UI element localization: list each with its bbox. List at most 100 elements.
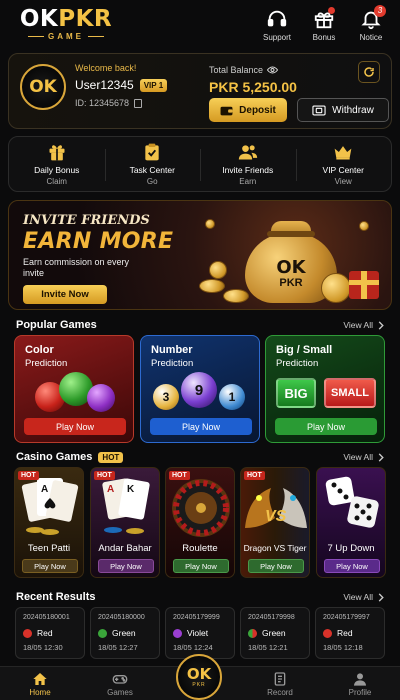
coin-image (199, 279, 225, 293)
nav-games[interactable]: Games (80, 667, 160, 700)
quick-title: VIP Center (322, 165, 364, 175)
logo-subtitle: GAME (28, 32, 104, 41)
gamepad-icon (112, 674, 128, 684)
big-small-prediction-card[interactable]: Big / Small Prediction BIG SMALL Play Now (265, 335, 385, 443)
quick-task-center[interactable]: Task Center Go (104, 137, 201, 191)
recent-results-title: Recent Results (16, 591, 96, 603)
hot-label: HOT (169, 471, 190, 480)
result-time: 18/05 12:30 (23, 643, 63, 652)
result-row: Green (98, 628, 136, 638)
result-row: Red (323, 628, 353, 638)
nav-record[interactable]: Record (240, 667, 320, 700)
banner-earn-text: EARN MORE (23, 229, 174, 254)
support-label: Support (262, 33, 292, 42)
number-ball-image: 3 (153, 384, 179, 410)
bonus-button[interactable]: Bonus (307, 7, 341, 42)
result-card[interactable]: 202405179998 Green 18/05 12:21 (240, 607, 310, 659)
deposit-label: Deposit (239, 104, 276, 116)
popular-games-title: Popular Games (16, 319, 97, 331)
play-now-button[interactable]: Play Now (275, 418, 377, 435)
username: User12345 (75, 78, 134, 92)
refresh-button[interactable] (358, 61, 380, 83)
invite-now-button[interactable]: Invite Now (23, 285, 107, 304)
copy-icon[interactable] (134, 98, 143, 108)
dragon-vs-tiger-card[interactable]: HOT VS Dragon VS Tiger Play Now (240, 467, 310, 578)
center-logo-subtext: PKR (192, 681, 206, 688)
dice-image (325, 476, 379, 528)
chevron-right-icon (378, 320, 384, 330)
balance-label: Total Balance (209, 65, 264, 75)
hot-label: HOT (244, 471, 265, 480)
andar-bahar-card[interactable]: A K HOT Andar Bahar Play Now (90, 467, 160, 578)
bag-ok-text: OK (276, 257, 306, 278)
play-now-button[interactable]: Play Now (22, 559, 78, 573)
coin-image (205, 219, 215, 229)
support-button[interactable]: Support (260, 8, 294, 42)
quick-title: Invite Friends (222, 165, 274, 175)
play-now-button[interactable]: Play Now (24, 418, 126, 435)
banner-invite-text: INVITE FRIENDS (23, 213, 150, 228)
user-icon (354, 672, 366, 686)
quick-sub: Claim (46, 177, 67, 186)
nav-label: Home (29, 687, 51, 697)
refresh-icon (364, 67, 374, 77)
popular-games-header: Popular Games View All (16, 317, 384, 333)
nav-center-logo-button[interactable]: OK PKR (176, 654, 222, 700)
eye-icon[interactable] (267, 66, 279, 74)
balance-value: PKR 5,250.00 (209, 79, 297, 95)
violet-ball-image (87, 384, 115, 412)
user-card: OK Welcome back! User12345 VIP 1 ID: 123… (8, 53, 392, 129)
notice-button[interactable]: 3 Notice (354, 5, 388, 42)
results-view-all[interactable]: View All (343, 592, 384, 602)
play-now-button[interactable]: Play Now (98, 559, 154, 573)
notice-label: Notice (359, 33, 383, 42)
play-now-button[interactable]: Play Now (150, 418, 252, 435)
app-header: OKPKR GAME Support Bonus 3 Notice (0, 0, 400, 48)
deposit-button[interactable]: Deposit (209, 98, 287, 122)
quick-title: Daily Bonus (34, 165, 80, 175)
play-now-button[interactable]: Play Now (324, 559, 380, 573)
nav-home[interactable]: Home (0, 667, 80, 700)
result-time: 18/05 12:21 (248, 643, 288, 652)
small-button[interactable]: SMALL (324, 378, 376, 408)
invite-banner[interactable]: INVITE FRIENDS EARN MORE Earn commission… (8, 200, 392, 310)
avatar[interactable]: OK (20, 64, 66, 110)
popular-view-all[interactable]: View All (343, 320, 384, 330)
card-title: Big / Small Prediction (276, 344, 333, 369)
play-now-button[interactable]: Play Now (173, 559, 229, 573)
casino-view-all[interactable]: View All (343, 452, 384, 462)
number-prediction-card[interactable]: Number Prediction 3 9 1 Play Now (140, 335, 260, 443)
username-row: User12345 VIP 1 (75, 78, 168, 92)
nav-profile[interactable]: Profile (320, 667, 400, 700)
result-row: Red (23, 628, 53, 638)
gift-box-image (349, 271, 379, 299)
logo-wordmark: OKPKR (19, 6, 113, 32)
home-icon (33, 672, 47, 685)
center-logo-text: OK (186, 664, 212, 683)
result-card[interactable]: 202405179997 Red 18/05 12:18 (315, 607, 385, 659)
user-id: ID: 12345678 (75, 98, 130, 108)
result-time: 18/05 12:27 (98, 643, 138, 652)
document-icon (274, 671, 286, 686)
play-now-button[interactable]: Play Now (248, 559, 304, 573)
roulette-card[interactable]: HOT Roulette Play Now (165, 467, 235, 578)
quick-title: Task Center (129, 165, 175, 175)
big-button[interactable]: BIG (276, 378, 316, 408)
result-id: 202405179998 (248, 614, 295, 621)
quick-vip-center[interactable]: VIP Center View (295, 137, 392, 191)
result-row: Green (248, 628, 286, 638)
result-card[interactable]: 202405180000 Green 18/05 12:27 (90, 607, 160, 659)
vs-text: VS (265, 508, 287, 525)
bonus-label: Bonus (312, 33, 336, 42)
withdraw-button[interactable]: Withdraw (297, 98, 389, 122)
color-prediction-card[interactable]: Color Prediction Play Now (14, 335, 134, 443)
result-card[interactable]: 202405180001 Red 18/05 12:30 (15, 607, 85, 659)
result-color-dot (173, 628, 182, 638)
quick-invite-friends[interactable]: Invite Friends Earn (200, 137, 296, 191)
7-up-down-card[interactable]: 7 Up Down Play Now (316, 467, 386, 578)
teen-patti-card[interactable]: A HOT Teen Patti Play Now (14, 467, 84, 578)
okpkr-logo[interactable]: OKPKR GAME (14, 6, 118, 41)
game-name: 7 Up Down (327, 543, 375, 554)
quick-daily-bonus[interactable]: Daily Bonus Claim (9, 137, 105, 191)
result-card[interactable]: 202405179999 Violet 18/05 12:24 (165, 607, 235, 659)
